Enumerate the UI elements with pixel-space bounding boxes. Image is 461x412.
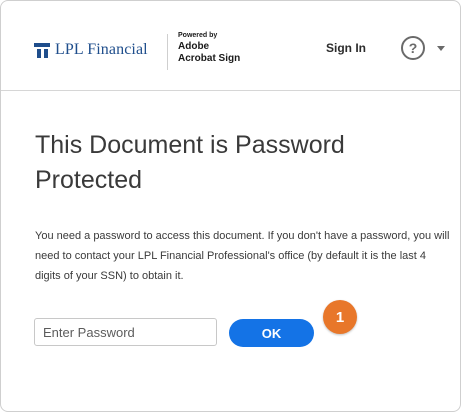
powered-by-label: Powered by (178, 32, 218, 39)
password-dialog: LPL Financial Powered by Adobe Acrobat S… (0, 0, 461, 412)
powered-by-adobe: Powered by Adobe Acrobat Sign (178, 32, 240, 65)
password-instructions: You need a password to access this docum… (35, 230, 450, 282)
chevron-down-icon[interactable] (437, 46, 445, 51)
adobe-label: Adobe (178, 41, 210, 52)
lpl-logo-icon (34, 42, 50, 58)
password-input[interactable] (34, 318, 217, 346)
lpl-logo: LPL Financial (34, 39, 148, 61)
help-icon[interactable]: ? (401, 36, 425, 60)
sign-in-link[interactable]: Sign In (326, 41, 366, 55)
header: LPL Financial Powered by Adobe Acrobat S… (1, 1, 460, 91)
page-title: This Document is Password Protected (35, 131, 345, 194)
header-divider (167, 34, 168, 70)
help-icon-glyph: ? (408, 40, 418, 56)
acrobat-sign-label: Acrobat Sign (178, 53, 241, 64)
ok-button[interactable]: OK (229, 319, 314, 347)
logo-text: LPL Financial (55, 41, 148, 58)
step-badge: 1 (323, 300, 357, 334)
